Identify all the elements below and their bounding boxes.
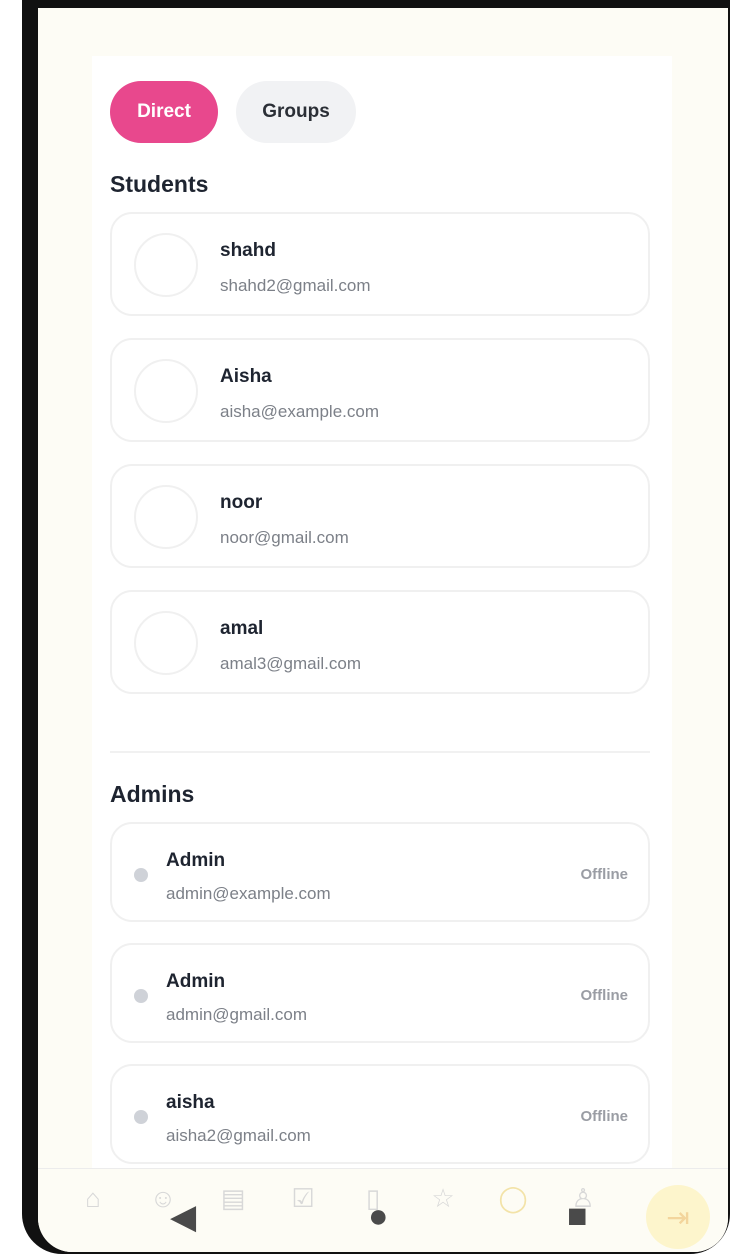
status-dot	[134, 1110, 148, 1124]
status-label: Offline	[580, 987, 629, 1004]
avatar	[134, 485, 198, 549]
chat-type-tabs: Direct Groups	[110, 81, 356, 143]
student-card[interactable]: noor noor@gmail.com	[110, 464, 650, 568]
student-email: amal3@gmail.com	[220, 654, 362, 673]
status-label: Offline	[580, 1108, 629, 1125]
student-name: noor	[220, 492, 263, 513]
student-name: shahd	[220, 240, 276, 261]
admin-email: aisha2@gmail.com	[166, 1126, 311, 1145]
messages-panel: Direct Groups Students shahd shahd2@gmai…	[92, 56, 672, 1176]
home-icon[interactable]: ●	[368, 1197, 389, 1236]
admin-name: Admin	[166, 971, 226, 992]
star-icon[interactable]: ☆	[408, 1183, 478, 1214]
admin-name: Admin	[166, 850, 226, 871]
checkbox-icon[interactable]: ☑	[268, 1183, 338, 1214]
avatar	[134, 611, 198, 675]
recents-icon[interactable]: ■	[567, 1197, 588, 1236]
admin-email: admin@gmail.com	[166, 1005, 308, 1024]
student-name: Aisha	[220, 366, 272, 387]
logout-icon[interactable]: ⇥	[646, 1185, 710, 1249]
app-screen: Direct Groups Students shahd shahd2@gmai…	[38, 8, 728, 1252]
tab-groups[interactable]: Groups	[236, 81, 356, 143]
student-card[interactable]: amal amal3@gmail.com	[110, 590, 650, 694]
status-label: Offline	[580, 866, 629, 883]
avatar	[134, 359, 198, 423]
student-name: amal	[220, 618, 264, 639]
home-icon[interactable]: ⌂	[58, 1183, 128, 1214]
status-dot	[134, 868, 148, 882]
back-icon[interactable]: ◀	[170, 1197, 196, 1237]
admin-card[interactable]: Admin admin@gmail.com Offline	[110, 943, 650, 1043]
student-email: shahd2@gmail.com	[220, 276, 371, 295]
document-icon[interactable]: ▤	[198, 1183, 268, 1214]
admins-section-title: Admins	[110, 781, 195, 807]
students-section-title: Students	[110, 171, 209, 197]
admin-card[interactable]: Admin admin@example.com Offline	[110, 822, 650, 922]
avatar	[134, 233, 198, 297]
status-dot	[134, 989, 148, 1003]
student-email: aisha@example.com	[220, 402, 379, 421]
admin-name: aisha	[166, 1092, 215, 1113]
student-email: noor@gmail.com	[220, 528, 349, 547]
section-divider	[110, 751, 650, 753]
student-card[interactable]: shahd shahd2@gmail.com	[110, 212, 650, 316]
chat-icon[interactable]: ◯	[478, 1183, 548, 1214]
tab-direct[interactable]: Direct	[110, 81, 218, 143]
admin-card[interactable]: aisha aisha2@gmail.com Offline	[110, 1064, 650, 1164]
student-card[interactable]: Aisha aisha@example.com	[110, 338, 650, 442]
admin-email: admin@example.com	[166, 884, 331, 903]
